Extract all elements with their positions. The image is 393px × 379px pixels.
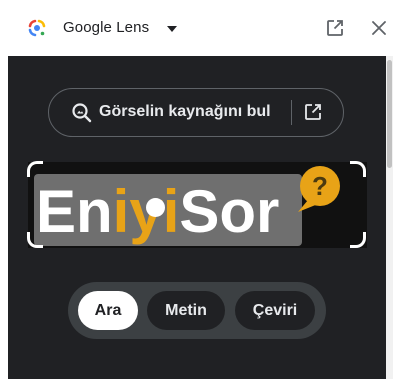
tab-search[interactable]: Ara [78, 291, 138, 330]
find-image-source-label: Görselin kaynağını bul [99, 103, 271, 120]
panel-header: Google Lens [0, 0, 393, 56]
tab-text[interactable]: Metin [147, 291, 225, 330]
button-divider [291, 100, 292, 125]
eniyisor-logo-image: EniyiSor ? [28, 162, 367, 248]
scrollbar-thumb[interactable] [387, 60, 392, 168]
image-focus-dot[interactable] [146, 198, 165, 217]
open-in-new-icon[interactable] [324, 17, 346, 39]
logo-text-part-1: En [36, 178, 113, 245]
lens-side-panel: Google Lens Görselin kaynağını bul En So… [0, 0, 393, 379]
image-search-icon [72, 103, 92, 123]
app-title: Google Lens [63, 19, 150, 36]
google-lens-logo-icon [28, 19, 46, 37]
question-mark: ? [312, 171, 328, 201]
caret-down-icon[interactable] [165, 22, 179, 36]
selected-image-region[interactable]: EniyiSor ? [28, 162, 367, 248]
crop-handle-top-left[interactable] [27, 161, 43, 177]
tab-translate[interactable]: Çeviri [235, 291, 315, 330]
close-icon[interactable] [369, 18, 389, 38]
logo-text-part-3: Sor [179, 178, 279, 245]
open-in-new-icon[interactable] [303, 102, 323, 122]
